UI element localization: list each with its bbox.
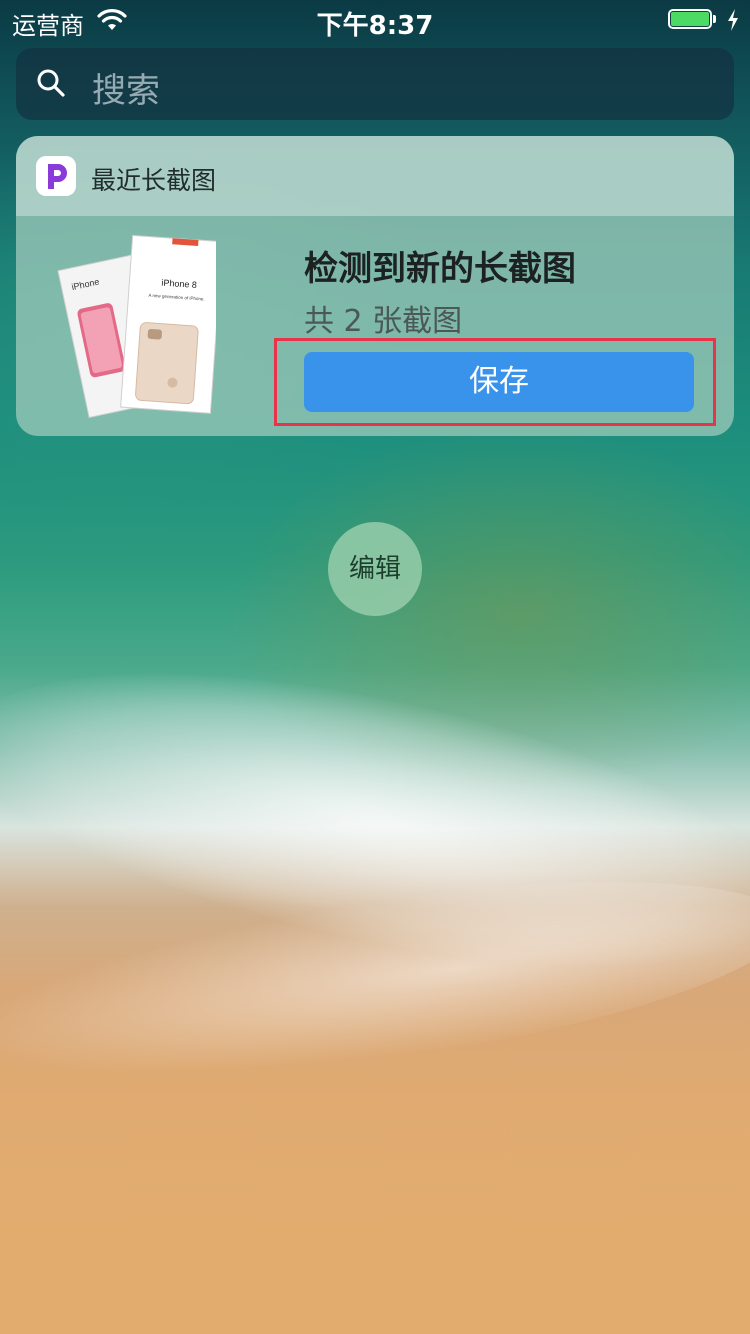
long-screenshot-widget: 最近长截图 iPhone iPhone 8 A new generation o… xyxy=(16,136,734,436)
status-bar: 运营商 下午8:37 xyxy=(0,0,750,41)
clock-time: 下午8:37 xyxy=(316,11,434,41)
save-button[interactable]: 保存 xyxy=(304,352,694,412)
search-bar[interactable]: 搜索 xyxy=(16,48,734,120)
screenshot-thumbnail[interactable]: iPhone iPhone 8 A new generation of iPho… xyxy=(56,232,216,422)
edit-button[interactable]: 编辑 xyxy=(328,522,422,616)
wallpaper-sand xyxy=(0,1040,750,1334)
widget-subline: 共 2 张截图 xyxy=(304,304,463,339)
widget-app-name: 最近长截图 xyxy=(91,166,217,195)
widget-headline: 检测到新的长截图 xyxy=(304,249,576,289)
battery-icon xyxy=(668,9,718,31)
today-view-screen: 运营商 下午8:37 搜索 最近长截图 iPhone iPhone 8 A ne… xyxy=(0,0,750,1334)
widget-header[interactable]: 最近长截图 xyxy=(16,136,734,216)
charging-bolt-icon xyxy=(728,9,738,31)
picsew-app-icon xyxy=(36,156,76,196)
search-icon xyxy=(37,69,65,97)
battery-level-fill xyxy=(671,12,709,26)
search-placeholder: 搜索 xyxy=(92,71,160,111)
wallpaper-foam xyxy=(0,616,750,1024)
